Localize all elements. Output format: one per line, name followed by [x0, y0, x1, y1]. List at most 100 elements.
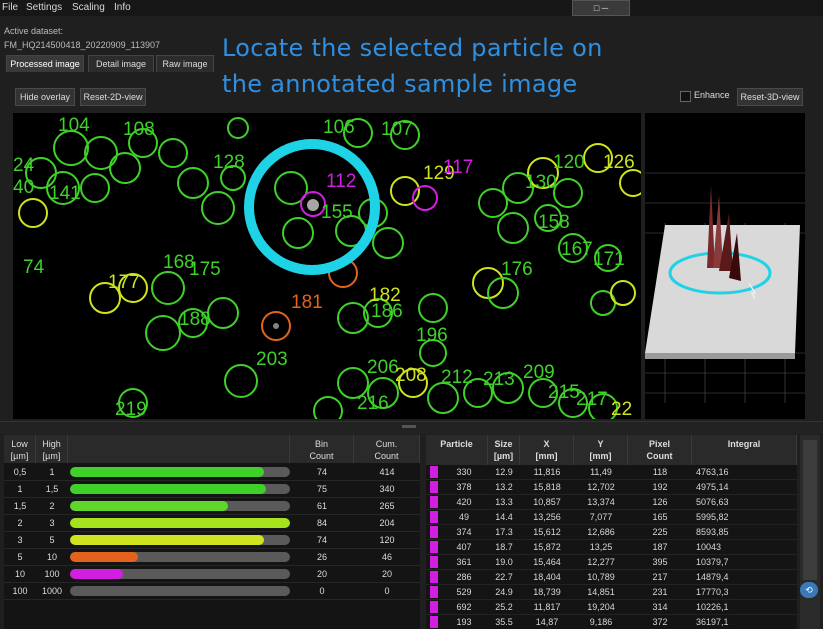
particle-integral: 10226,1 [696, 602, 729, 612]
col-integral-header[interactable]: Integral [692, 435, 797, 465]
caption-line-2: the annotated sample image [222, 70, 578, 98]
tab-raw-image[interactable]: Raw image [156, 55, 214, 72]
particle-id: 330 [456, 467, 472, 477]
menu-settings[interactable]: Settings [26, 2, 62, 13]
menu-file[interactable]: File [2, 2, 18, 13]
dist-row[interactable]: 1,5 2 61 265 [4, 498, 420, 515]
particle-row[interactable]: 286 22.7 18,404 10,789 217 14879,4 [426, 570, 797, 585]
col-cum-count-header[interactable]: Cum. Count [354, 435, 420, 463]
tutorial-caption: Locate the selected particle on the anno… [222, 30, 642, 102]
particle-color-swatch [430, 511, 438, 523]
distribution-bar [70, 552, 290, 562]
col-bin-count-header[interactable]: Bin Count [290, 435, 354, 463]
refresh-icon[interactable]: ⟲ [800, 582, 818, 598]
particle-row[interactable]: 361 19.0 15,464 12,277 395 10379,7 [426, 555, 797, 570]
particle-pixel-count: 225 [652, 527, 668, 537]
particle-table: Particle Size [µm] X [mm] Y [mm] Pixel C… [426, 435, 797, 629]
label-128: 128 [213, 152, 245, 173]
label-74: 74 [23, 257, 45, 278]
cum-count: 204 [379, 518, 395, 528]
particle-x: 15,464 [533, 557, 561, 567]
col-y-header[interactable]: Y [mm] [574, 435, 628, 465]
particle-row[interactable]: 692 25.2 11,817 19,204 314 10226,1 [426, 600, 797, 615]
particle-id: 420 [456, 497, 472, 507]
col-high-header[interactable]: High [µm] [36, 435, 68, 463]
annotated-sample-image[interactable]: 104 108 128 106 107 129 117 120 126 40 1… [13, 113, 641, 419]
distribution-bar [70, 569, 290, 579]
menu-scaling[interactable]: Scaling [72, 2, 105, 13]
particle-integral: 14879,4 [696, 572, 729, 582]
particle-id: 692 [456, 602, 472, 612]
reset-3d-view-button[interactable]: Reset-3D-view [737, 88, 803, 106]
dist-row[interactable]: 5 10 26 46 [4, 549, 420, 566]
dist-row[interactable]: 100 1000 0 0 [4, 583, 420, 600]
bin-count: 20 [316, 569, 327, 579]
particle-color-swatch [430, 496, 438, 508]
particle-row[interactable]: 407 18.7 15,872 13,25 187 10043 [426, 540, 797, 555]
cum-count: 120 [379, 535, 395, 545]
low-bound: 10 [14, 569, 25, 579]
dist-row[interactable]: 10 100 20 20 [4, 566, 420, 583]
reset-2d-view-button[interactable]: Reset-2D-view [80, 88, 146, 106]
distribution-bar [70, 467, 290, 477]
particle-row[interactable]: 49 14.4 13,256 7,077 165 5995,82 [426, 510, 797, 525]
particle-y: 19,204 [587, 602, 615, 612]
particle-pixel-count: 231 [652, 587, 668, 597]
high-bound: 100 [44, 569, 60, 579]
col-pixel-count-header[interactable]: Pixel Count [628, 435, 692, 465]
high-bound: 1 [49, 467, 55, 477]
col-low-header[interactable]: Low [µm] [4, 435, 36, 463]
particle-pixel-count: 118 [652, 467, 668, 477]
particle-y: 12,277 [587, 557, 615, 567]
particle-y: 9,186 [589, 617, 613, 627]
distribution-bar [70, 535, 290, 545]
label-112: 112 [326, 171, 356, 192]
particle-id: 193 [456, 617, 472, 627]
label-203: 203 [256, 349, 288, 370]
dist-row[interactable]: 1 1,5 75 340 [4, 481, 420, 498]
particle-color-swatch [430, 466, 438, 478]
enhance-checkbox[interactable] [680, 91, 691, 102]
particle-pixel-count: 217 [652, 572, 668, 582]
dataset-label: Active dataset: [4, 26, 64, 36]
dist-row[interactable]: 2 3 84 204 [4, 515, 420, 532]
cum-count: 20 [381, 569, 392, 579]
particle-row[interactable]: 330 12.9 11,816 11,49 118 4763,16 [426, 465, 797, 480]
particle-color-swatch [430, 556, 438, 568]
label-24: 24 [13, 155, 35, 176]
bin-count: 75 [316, 484, 327, 494]
label-107: 107 [381, 119, 413, 140]
hide-overlay-button[interactable]: Hide overlay [15, 88, 75, 106]
particle-color-swatch [430, 586, 438, 598]
menu-info[interactable]: Info [114, 2, 131, 13]
particle-row[interactable]: 529 24.9 18,739 14,851 231 17770,3 [426, 585, 797, 600]
particle-x: 15,818 [533, 482, 561, 492]
dist-row[interactable]: 3 5 74 120 [4, 532, 420, 549]
particle-pixel-count: 126 [652, 497, 668, 507]
particle-pixel-count: 192 [652, 482, 668, 492]
label-155: 155 [321, 202, 353, 223]
particle-row[interactable]: 193 35.5 14,87 9,186 372 36197,1 [426, 615, 797, 629]
col-size-header[interactable]: Size [µm] [488, 435, 520, 465]
particle-size: 25.2 [495, 602, 513, 612]
particle-size: 19.0 [495, 557, 513, 567]
low-bound: 1 [17, 484, 23, 494]
tab-detail-image[interactable]: Detail image [88, 55, 154, 72]
distribution-bar-fill [70, 467, 264, 477]
particle-3d-view[interactable] [645, 113, 805, 419]
particle-row[interactable]: 378 13.2 15,818 12,702 192 4975,14 [426, 480, 797, 495]
particle-pixel-count: 395 [652, 557, 668, 567]
particle-row[interactable]: 420 13.3 10,857 13,374 126 5076,63 [426, 495, 797, 510]
particle-x: 18,404 [533, 572, 561, 582]
particle-color-swatch [430, 616, 438, 628]
tab-processed-image[interactable]: Processed image [6, 55, 84, 72]
col-x-header[interactable]: X [mm] [520, 435, 574, 465]
label-158: 158 [538, 212, 570, 233]
particle-integral: 4975,14 [696, 482, 729, 492]
scrollbar-thumb[interactable] [803, 440, 817, 580]
dist-row[interactable]: 0,5 1 74 414 [4, 464, 420, 481]
particle-row[interactable]: 374 17.3 15,612 12,686 225 8593,85 [426, 525, 797, 540]
col-particle-header[interactable]: Particle [426, 435, 488, 465]
window-controls[interactable]: □ ─ [572, 0, 630, 16]
label-217: 217 [576, 389, 608, 410]
